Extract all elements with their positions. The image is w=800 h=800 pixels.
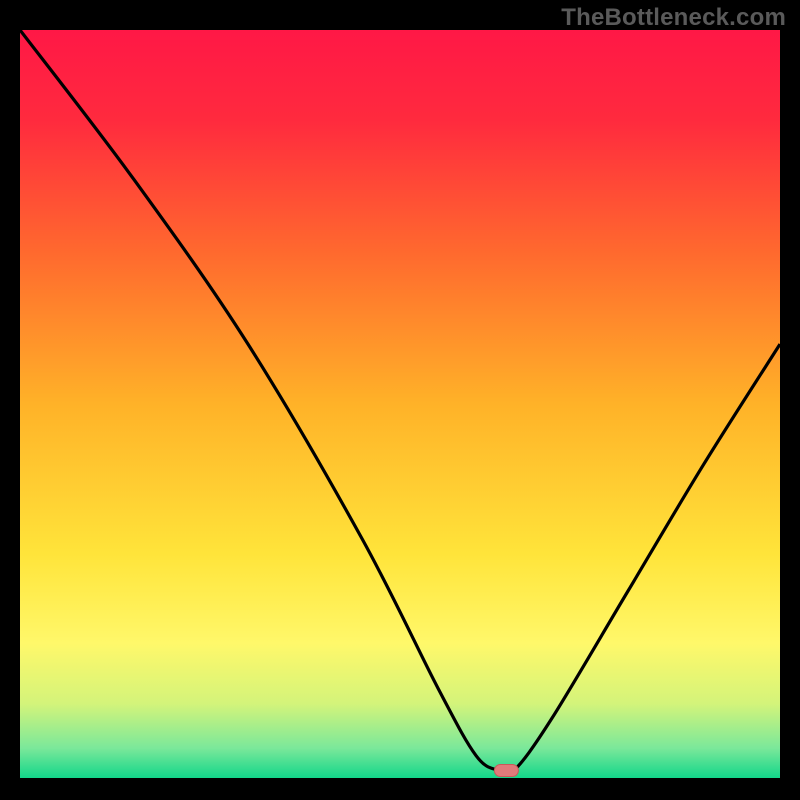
plot-area (20, 30, 780, 778)
optimal-marker (494, 765, 518, 777)
chart-svg (20, 30, 780, 778)
gradient-background (20, 30, 780, 778)
chart-frame: TheBottleneck.com (0, 0, 800, 800)
watermark-text: TheBottleneck.com (561, 4, 786, 32)
